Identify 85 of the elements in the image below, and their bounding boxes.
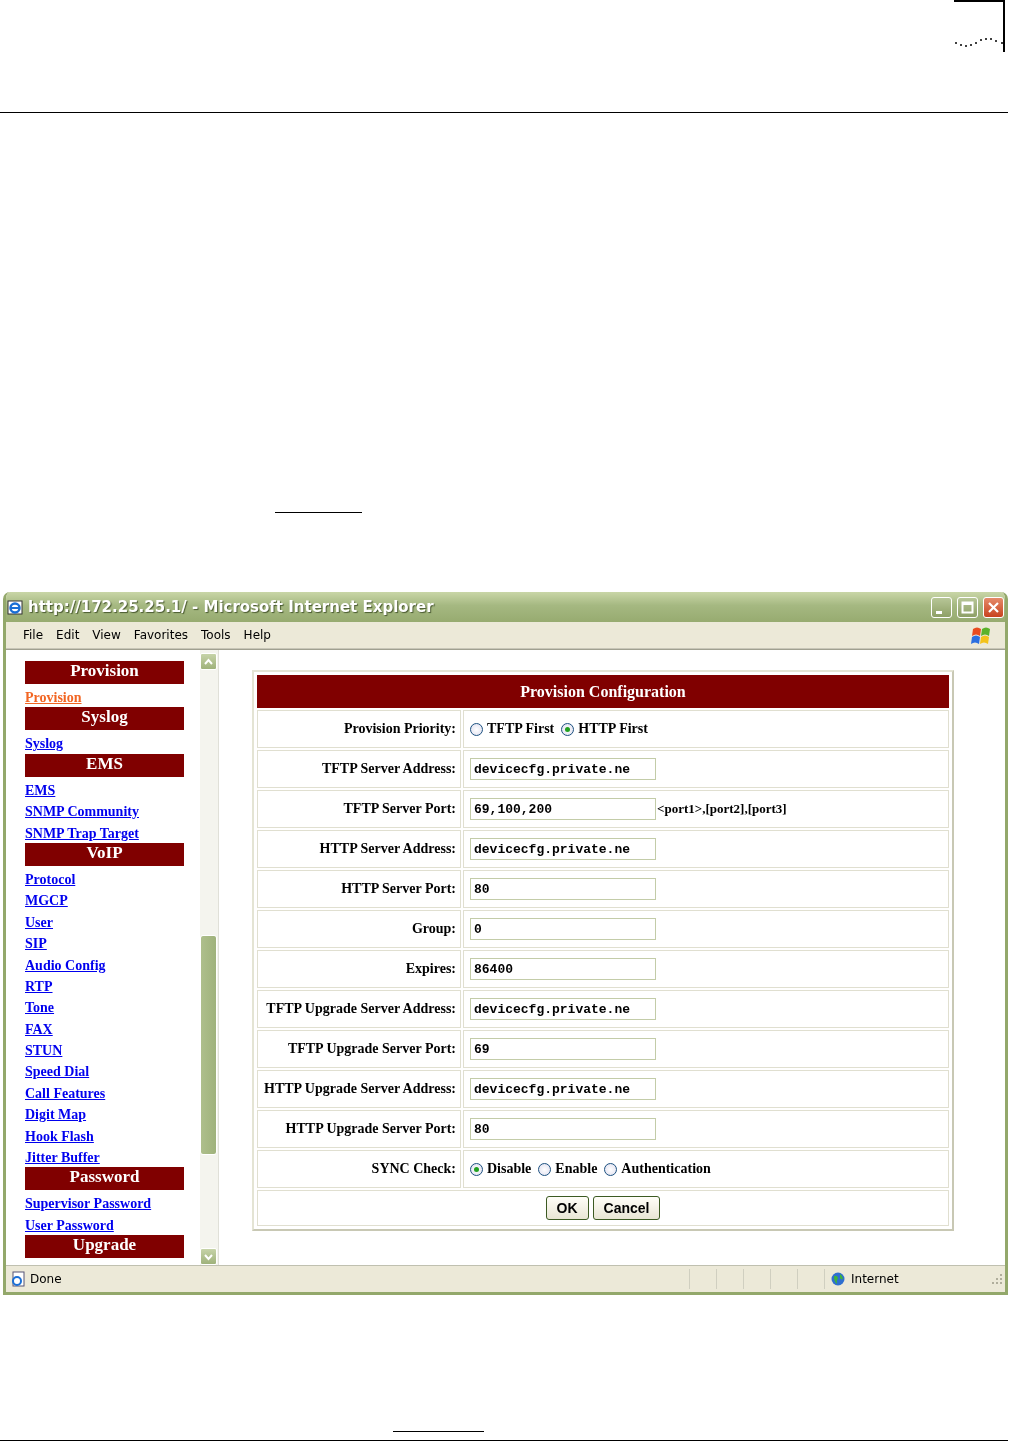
input-field[interactable]: 80 (470, 1118, 656, 1140)
nav-link[interactable]: STUN (25, 1043, 63, 1059)
nav-link[interactable]: Audio Config (25, 957, 106, 973)
input-field[interactable]: 69,100,200 (470, 798, 656, 820)
radio-button[interactable] (470, 722, 483, 736)
nav-link[interactable]: Call Features (25, 1085, 106, 1101)
nav-link[interactable]: Syslog (25, 736, 64, 752)
minimize-button[interactable] (931, 596, 952, 618)
radio-label: Enable (555, 1161, 598, 1177)
field-label: HTTP Server Port: (257, 870, 461, 908)
maximize-button[interactable] (957, 596, 978, 618)
field-label: HTTP Upgrade Server Port: (257, 1110, 461, 1148)
browser-page-icon (7, 598, 23, 616)
input-field[interactable]: devicecfg.private.ne (470, 838, 656, 860)
nav-link[interactable]: Hook Flash (25, 1128, 94, 1144)
input-field[interactable]: 86400 (470, 958, 656, 980)
section-header: Syslog (25, 707, 184, 731)
menu-item[interactable]: Favorites (128, 628, 197, 642)
section-header: Provision (25, 661, 184, 684)
page-icon (10, 1271, 26, 1287)
input-field[interactable]: devicecfg.private.ne (470, 1078, 656, 1100)
nav-link[interactable]: Protocol (25, 871, 76, 887)
menu-item[interactable]: Help (238, 628, 279, 642)
menu-item[interactable]: View (87, 628, 129, 642)
field-label: HTTP Server Address: (257, 830, 461, 868)
corner-mark-drawing (953, 0, 1005, 53)
input-field[interactable]: devicecfg.private.ne (470, 998, 656, 1020)
menu-item[interactable]: File (18, 628, 52, 642)
field-label: Provision Priority: (257, 710, 461, 748)
maximize-icon (961, 600, 974, 614)
nav-link[interactable]: RTP (25, 978, 53, 994)
section-header: Upgrade (25, 1235, 184, 1259)
nav-link[interactable]: Jitter Buffer (25, 1150, 100, 1166)
nav-link[interactable]: SNMP Community (25, 804, 139, 820)
field-label: TFTP Server Address: (257, 750, 461, 788)
nav-link[interactable]: Tone (25, 1000, 55, 1016)
menu-item[interactable]: Edit (51, 628, 88, 642)
input-field[interactable]: devicecfg.private.ne (470, 758, 656, 780)
input-field[interactable]: 80 (470, 878, 656, 900)
field-label: TFTP Upgrade Server Address: (257, 990, 461, 1028)
nav-link[interactable]: SNMP Trap Target (25, 825, 139, 841)
radio-label: HTTP First (578, 721, 648, 737)
minimize-icon (936, 610, 942, 614)
radio-button[interactable] (604, 1162, 618, 1176)
radio-label: Disable (487, 1161, 532, 1177)
nav-link[interactable]: Digit Map (25, 1107, 87, 1123)
field-label: HTTP Upgrade Server Address: (257, 1070, 461, 1108)
close-button[interactable] (983, 596, 1004, 618)
section-header: EMS (25, 753, 184, 777)
resize-grip-icon[interactable] (991, 1273, 1003, 1285)
section-header: Password (25, 1167, 184, 1191)
field-label: TFTP Server Port: (257, 790, 461, 828)
menu-item[interactable]: Tools (196, 628, 239, 642)
radio-button[interactable] (538, 1162, 552, 1176)
field-label: SYNC Check: (257, 1150, 461, 1188)
radio-label: Authentication (621, 1161, 711, 1177)
form-title: Provision Configuration (257, 675, 949, 708)
field-label: Expires: (257, 950, 461, 988)
status-text: Done (30, 1272, 62, 1286)
nav-link[interactable]: SIP (25, 936, 47, 952)
windows-logo-icon (971, 625, 991, 645)
nav-link[interactable]: FAX (25, 1021, 53, 1037)
nav-link[interactable]: Supervisor Password (25, 1196, 152, 1212)
cancel-button[interactable]: Cancel (592, 1196, 661, 1220)
nav-link[interactable]: Speed Dial (25, 1064, 90, 1080)
nav-link[interactable]: MGCP (25, 893, 68, 909)
field-label: TFTP Upgrade Server Port: (257, 1030, 461, 1068)
security-zone-text: Internet (851, 1272, 899, 1286)
ok-button[interactable]: OK (545, 1196, 589, 1220)
scrollbar-thumb[interactable] (200, 935, 217, 1155)
nav-link[interactable]: User (25, 914, 53, 930)
input-field[interactable]: 69 (470, 1038, 656, 1060)
radio-button[interactable] (470, 1162, 483, 1176)
globe-icon (831, 1272, 845, 1286)
input-field[interactable]: 0 (470, 918, 656, 940)
format-hint: <port1>,[port2],[port3] (657, 801, 787, 817)
section-header: VoIP (25, 842, 184, 866)
field-label: Group: (257, 910, 461, 948)
window-title: http://172.25.25.1/ - Microsoft Internet Explorer (28, 598, 435, 616)
close-icon (987, 600, 1000, 614)
nav-link[interactable]: EMS (25, 782, 56, 798)
radio-button[interactable] (561, 722, 575, 736)
chevron-up-icon (203, 656, 214, 667)
nav-link[interactable]: User Password (25, 1217, 114, 1233)
radio-label: TFTP First (487, 721, 555, 737)
